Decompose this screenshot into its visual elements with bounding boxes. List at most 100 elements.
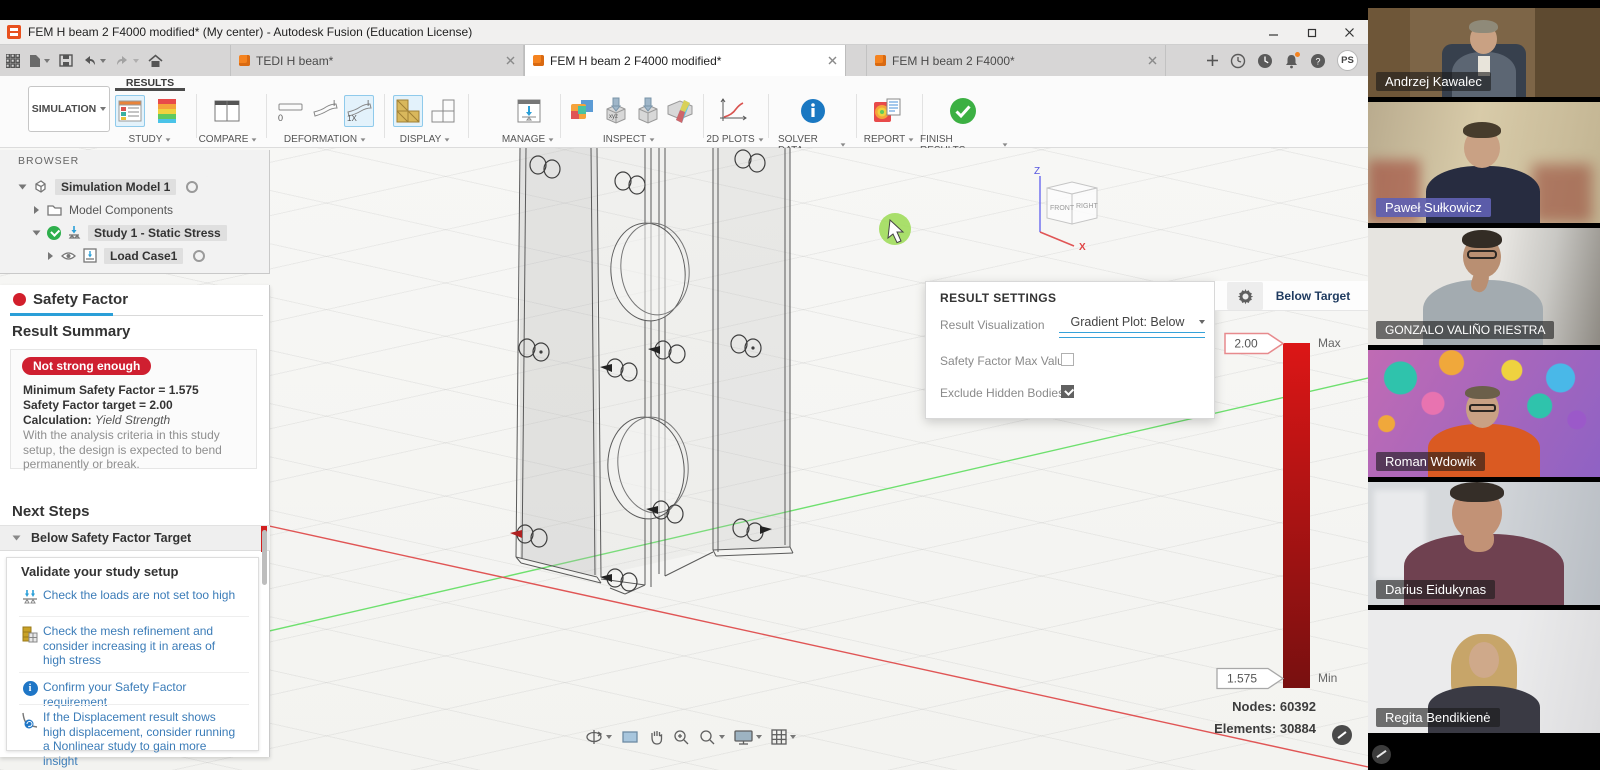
- display-settings-icon[interactable]: [734, 729, 762, 745]
- h-beam-model[interactable]: [516, 148, 793, 594]
- result-visualization-dropdown[interactable]: Gradient Plot: Below: [1059, 315, 1205, 333]
- chevron-right-icon[interactable]: [48, 252, 53, 260]
- tree-item-label[interactable]: Study 1 - Static Stress: [88, 225, 227, 241]
- compare-icon[interactable]: [212, 95, 242, 127]
- display-group-label[interactable]: DISPLAY: [396, 134, 454, 145]
- tree-item-label[interactable]: Simulation Model 1: [55, 179, 176, 195]
- inspect-point-xyz-icon[interactable]: xyz: [601, 95, 631, 127]
- result-settings-checkbox-1[interactable]: [1061, 353, 1074, 366]
- tree-item-label[interactable]: Load Case1: [104, 248, 183, 264]
- below-safety-factor-target-row[interactable]: Below Safety Factor Target: [0, 525, 270, 551]
- finish-results-icon[interactable]: [948, 95, 978, 127]
- study-legend-icon[interactable]: [152, 95, 182, 127]
- deformation-adjusted-icon[interactable]: I: [310, 95, 340, 127]
- study-report-icon[interactable]: [115, 95, 145, 127]
- look-at-icon[interactable]: [621, 730, 639, 744]
- participant-tile[interactable]: Darius Eidukynas: [1368, 482, 1600, 605]
- next-step-text[interactable]: If the Displacement result shows high di…: [43, 710, 239, 768]
- activate-radio[interactable]: [193, 250, 205, 262]
- solved-check-icon: [47, 226, 61, 240]
- doc-tab-fem-modified[interactable]: FEM H beam 2 F4000 modified*: [524, 45, 846, 76]
- legend-min-label: Min: [1318, 671, 1337, 685]
- study-group-label[interactable]: STUDY: [118, 134, 182, 145]
- minimize-button[interactable]: [1254, 20, 1292, 45]
- deformation-none-icon[interactable]: 0: [275, 95, 305, 127]
- workspace-selector[interactable]: SIMULATION: [28, 86, 110, 132]
- solver-data-icon[interactable]: [798, 95, 828, 127]
- result-settings-checkbox-2[interactable]: [1061, 385, 1074, 398]
- next-step-text[interactable]: Check the mesh refinement and consider i…: [43, 624, 239, 668]
- inspect-group-label[interactable]: INSPECT: [600, 134, 658, 145]
- redo-icon[interactable]: [115, 55, 139, 67]
- view-cube[interactable]: Z X FRONT RIGHT: [1034, 166, 1099, 253]
- display-wireframe-icon[interactable]: [428, 95, 458, 127]
- new-tab-icon[interactable]: [1206, 54, 1219, 67]
- zoom-icon[interactable]: [673, 729, 690, 746]
- orbit-icon[interactable]: [585, 729, 612, 745]
- compare-group-label[interactable]: COMPARE: [198, 134, 258, 145]
- deformation-group-label[interactable]: DEFORMATION: [283, 134, 367, 145]
- close-button[interactable]: [1330, 20, 1368, 45]
- participant-tile[interactable]: Regita Bendikienė: [1368, 610, 1600, 733]
- participant-tile[interactable]: Andrzej Kawalec: [1368, 8, 1600, 97]
- inspect-slice-plane-icon[interactable]: [665, 95, 695, 127]
- participant-tile[interactable]: GONZALO VALIÑO RIESTRA: [1368, 228, 1600, 345]
- file-menu-icon[interactable]: [29, 54, 50, 68]
- chevron-right-icon[interactable]: [34, 206, 39, 214]
- panel-scrollbar[interactable]: [262, 530, 267, 585]
- inspect-probe-icon[interactable]: [633, 95, 663, 127]
- 2d-plots-group-label[interactable]: 2D PLOTS: [706, 134, 764, 145]
- grid-settings-icon[interactable]: [771, 729, 796, 745]
- deformation-actual-icon[interactable]: 1XI: [344, 95, 374, 127]
- participant-tile[interactable]: Paweł Sułkowicz: [1368, 102, 1600, 223]
- tree-item-model-components[interactable]: Model Components: [34, 199, 173, 220]
- manage-group-label[interactable]: MANAGE: [500, 134, 556, 145]
- legend-max-tag[interactable]: 2.00: [1224, 332, 1286, 355]
- home-icon[interactable]: [148, 54, 163, 68]
- help-icon[interactable]: ?: [1310, 53, 1326, 69]
- chevron-down-icon[interactable]: [19, 184, 27, 189]
- static-stress-icon: [67, 225, 81, 240]
- pan-icon[interactable]: [648, 729, 664, 745]
- inspect-result-details-icon[interactable]: [567, 95, 597, 127]
- report-group-label[interactable]: REPORT: [862, 134, 916, 145]
- tree-item-label[interactable]: Model Components: [69, 203, 173, 217]
- participant-tile[interactable]: Roman Wdowik: [1368, 350, 1600, 477]
- svg-text:?: ?: [1315, 56, 1320, 66]
- fit-icon[interactable]: [699, 729, 725, 746]
- user-avatar[interactable]: PS: [1337, 50, 1358, 71]
- feedback-pencil-icon[interactable]: [1332, 725, 1352, 745]
- doc-tab-tedi-h-beam[interactable]: TEDI H beam*: [230, 45, 524, 76]
- notifications-bell-icon[interactable]: [1284, 53, 1299, 69]
- tree-item-simulation-model[interactable]: Simulation Model 1: [20, 176, 198, 197]
- display-mesh-icon[interactable]: [393, 95, 423, 127]
- doc-tab-fem-f4000[interactable]: FEM H beam 2 F4000*: [866, 45, 1166, 76]
- tree-item-load-case1[interactable]: Load Case1: [48, 245, 205, 266]
- undo-icon[interactable]: [82, 55, 106, 67]
- next-step-text[interactable]: Check the loads are not set too high: [43, 588, 239, 607]
- meeting-app-logo-icon[interactable]: [1372, 745, 1391, 764]
- tree-item-study1[interactable]: Study 1 - Static Stress: [34, 222, 227, 243]
- close-tab-icon[interactable]: [1148, 52, 1157, 70]
- chevron-down-icon[interactable]: [33, 230, 41, 235]
- ribbon-tab-results[interactable]: RESULTS: [115, 77, 185, 91]
- report-icon[interactable]: [872, 95, 902, 127]
- legend-min-tag[interactable]: 1.575: [1216, 667, 1286, 690]
- next-step-item[interactable]: Check the loads are not set too high: [17, 588, 253, 607]
- close-tab-icon[interactable]: [828, 52, 837, 70]
- 2d-plots-icon[interactable]: [718, 95, 748, 127]
- legend-settings-gear-icon[interactable]: [1227, 282, 1263, 310]
- participant-name-3: Roman Wdowik: [1376, 452, 1485, 471]
- maximize-button[interactable]: [1292, 20, 1330, 45]
- save-icon[interactable]: [59, 54, 73, 67]
- visibility-eye-icon[interactable]: [61, 251, 76, 261]
- app-grid-icon[interactable]: [6, 54, 20, 68]
- next-step-item[interactable]: Check the mesh refinement and consider i…: [17, 624, 253, 668]
- notification-dot: [1295, 52, 1300, 57]
- next-step-item[interactable]: If the Displacement result shows high di…: [17, 710, 253, 768]
- manage-icon[interactable]: [514, 95, 544, 127]
- job-status-icon[interactable]: [1230, 53, 1246, 69]
- activate-radio[interactable]: [186, 181, 198, 193]
- extensions-icon[interactable]: [1257, 53, 1273, 69]
- close-tab-icon[interactable]: [506, 52, 515, 70]
